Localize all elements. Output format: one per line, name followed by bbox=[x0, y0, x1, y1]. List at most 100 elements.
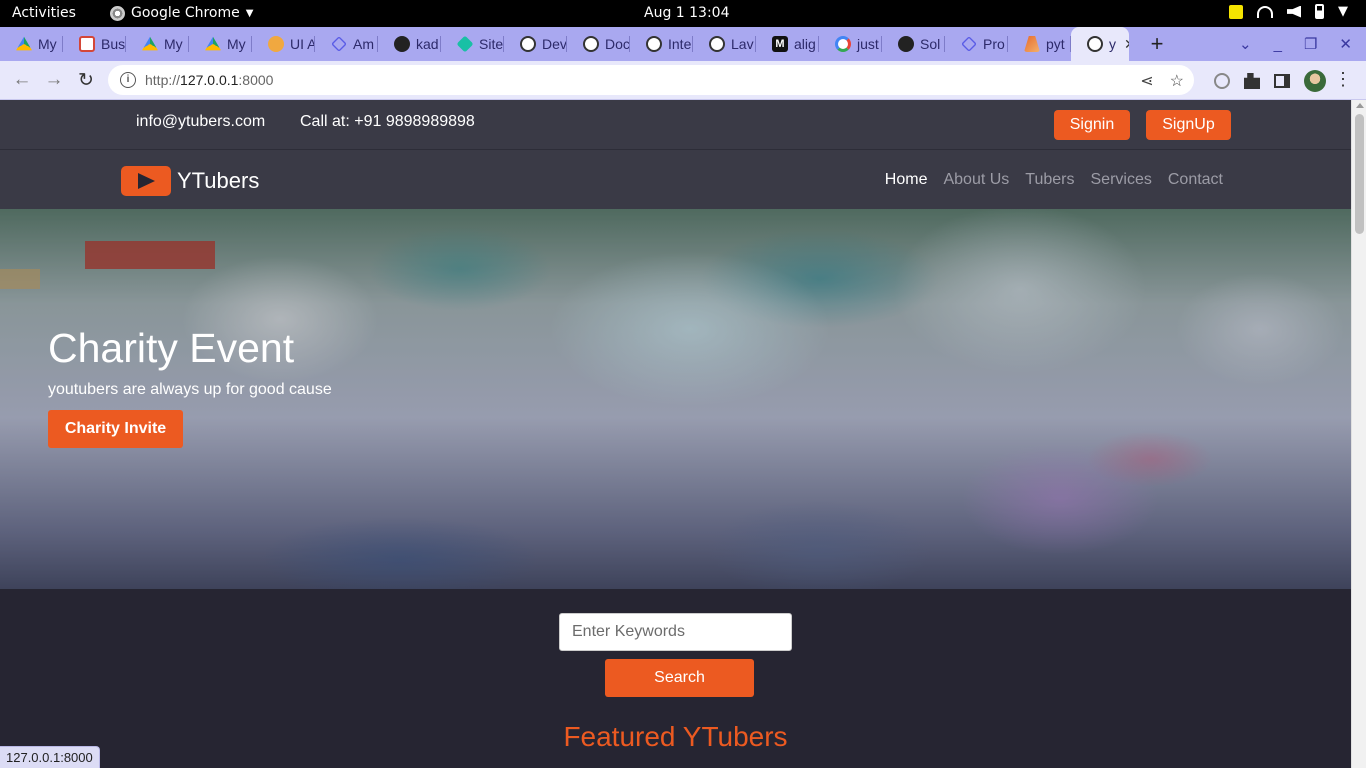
tab-label: My bbox=[38, 36, 57, 52]
tab-14[interactable]: Sol bbox=[882, 27, 945, 61]
gmail-icon bbox=[79, 36, 95, 52]
logo-text: YTubers bbox=[177, 168, 260, 193]
tab-3[interactable]: My bbox=[189, 27, 252, 61]
contact-email[interactable]: info@ytubers.com bbox=[136, 113, 265, 131]
bookmark-star-icon[interactable]: ☆ bbox=[1170, 71, 1184, 91]
profile-avatar[interactable] bbox=[1304, 70, 1326, 92]
globe-icon bbox=[646, 36, 662, 52]
tab-label: alig bbox=[794, 36, 816, 52]
main-navbar: YTubers Home About Us Tubers Services Contac… bbox=[0, 150, 1351, 209]
site-info-icon[interactable]: i bbox=[120, 72, 136, 88]
puzzle-icon[interactable] bbox=[1244, 73, 1260, 89]
tab-label: Site bbox=[479, 36, 504, 52]
maximize-button[interactable]: ❐ bbox=[1304, 35, 1317, 53]
tab-label: Dev bbox=[542, 36, 567, 52]
charity-invite-button[interactable]: Charity Invite bbox=[48, 410, 183, 448]
close-window-button[interactable]: ✕ bbox=[1339, 35, 1352, 53]
tab-6[interactable]: kad bbox=[378, 27, 441, 61]
side-panel-icon[interactable] bbox=[1274, 74, 1290, 88]
clock[interactable]: Aug 1 13:04 bbox=[644, 5, 730, 21]
tab-9[interactable]: Doc bbox=[567, 27, 630, 61]
search-button[interactable]: Search bbox=[605, 659, 754, 697]
search-section: Search Featured YTubers bbox=[0, 589, 1351, 768]
new-tab-button[interactable]: + bbox=[1137, 31, 1177, 57]
globe-icon bbox=[709, 36, 725, 52]
tab-1[interactable]: Bus bbox=[63, 27, 126, 61]
tab-16[interactable]: pyt bbox=[1008, 27, 1071, 61]
nav-item-services[interactable]: Services bbox=[1091, 171, 1152, 189]
page-scrollbar[interactable] bbox=[1351, 100, 1366, 768]
scrollbar-thumb[interactable] bbox=[1355, 114, 1364, 234]
flow-icon bbox=[961, 36, 977, 52]
tab-label: Lav bbox=[731, 36, 754, 52]
site-icon bbox=[456, 35, 474, 53]
tab-2[interactable]: My bbox=[126, 27, 189, 61]
forward-button[interactable]: → bbox=[38, 69, 70, 91]
share-icon[interactable]: ⋖ bbox=[1140, 71, 1153, 91]
tab-label: Inte bbox=[668, 36, 692, 52]
g-icon bbox=[835, 36, 851, 52]
system-tray[interactable]: ▼ bbox=[1229, 4, 1348, 19]
globe-icon bbox=[520, 36, 536, 52]
scroll-up-arrow-icon[interactable] bbox=[1356, 103, 1364, 108]
tab-0[interactable]: My bbox=[0, 27, 63, 61]
tab-label: My bbox=[227, 36, 246, 52]
tab-label: Doc bbox=[605, 36, 630, 52]
tab-5[interactable]: Am bbox=[315, 27, 378, 61]
site-logo[interactable]: YTubers bbox=[121, 166, 259, 196]
nav-item-tubers[interactable]: Tubers bbox=[1025, 171, 1074, 189]
hero-overlay bbox=[0, 209, 1351, 589]
gh-icon bbox=[898, 36, 914, 52]
drive-icon bbox=[142, 36, 158, 51]
tab-label: Sol bbox=[920, 36, 941, 52]
address-bar[interactable]: i http://127.0.0.1:8000 ⋖ ☆ bbox=[108, 65, 1194, 95]
app-menu[interactable]: Google Chrome ▼ bbox=[110, 5, 253, 21]
tab-search-icon[interactable]: ⌄ bbox=[1239, 35, 1252, 53]
nav-menu: Home About Us Tubers Services Contact bbox=[885, 171, 1223, 189]
tab-15[interactable]: Pro bbox=[945, 27, 1008, 61]
contact-phone: Call at: +91 9898989898 bbox=[300, 113, 475, 130]
notes-icon[interactable] bbox=[1229, 4, 1243, 19]
flow-icon bbox=[331, 36, 347, 52]
signin-button[interactable]: Signin bbox=[1054, 110, 1130, 140]
tab-13[interactable]: just bbox=[819, 27, 882, 61]
tab-strip: My Bus My My UI A Am kad Site Dev Doc Inte Lav Malig… bbox=[0, 27, 1366, 61]
extensions-area bbox=[1214, 70, 1326, 92]
contact-bar: info@ytubers.com Call at: +91 9898989898… bbox=[0, 100, 1351, 150]
tab-8[interactable]: Dev bbox=[504, 27, 567, 61]
tab-4[interactable]: UI A bbox=[252, 27, 315, 61]
tab-label: Pro bbox=[983, 36, 1005, 52]
m-icon: M bbox=[772, 36, 788, 52]
py-icon bbox=[1024, 36, 1040, 52]
tab-label: UI A bbox=[290, 36, 315, 52]
tab-active[interactable]: y ✕ bbox=[1071, 27, 1129, 61]
tab-10[interactable]: Inte bbox=[630, 27, 693, 61]
close-tab-icon[interactable]: ✕ bbox=[1124, 36, 1129, 53]
tab-12[interactable]: Malig bbox=[756, 27, 819, 61]
extension-icon[interactable] bbox=[1214, 73, 1230, 89]
system-top-bar: Activities Google Chrome ▼ Aug 1 13:04 ▼ bbox=[0, 0, 1366, 27]
tab-label: My bbox=[164, 36, 183, 52]
back-button[interactable]: ← bbox=[6, 69, 38, 91]
wifi-icon bbox=[1257, 5, 1273, 18]
hero-banner: Charity Event youtubers are always up fo… bbox=[0, 209, 1351, 589]
nav-item-about-us[interactable]: About Us bbox=[943, 171, 1009, 189]
tab-11[interactable]: Lav bbox=[693, 27, 756, 61]
battery-icon bbox=[1315, 4, 1324, 19]
nav-item-home[interactable]: Home bbox=[885, 171, 928, 189]
volume-icon bbox=[1287, 5, 1301, 18]
activities-button[interactable]: Activities bbox=[12, 5, 76, 21]
search-input[interactable] bbox=[559, 613, 792, 651]
reload-button[interactable]: ↻ bbox=[70, 69, 102, 92]
tab-label: kad bbox=[416, 36, 439, 52]
url-text[interactable]: http://127.0.0.1:8000 bbox=[145, 72, 273, 88]
drive-icon bbox=[205, 36, 221, 51]
minimize-button[interactable]: _ bbox=[1274, 36, 1282, 53]
menu-kebab-icon[interactable]: ⋮ bbox=[1334, 69, 1352, 90]
app-name: Google Chrome bbox=[131, 5, 240, 21]
signup-button[interactable]: SignUp bbox=[1146, 110, 1231, 140]
tab-7[interactable]: Site bbox=[441, 27, 504, 61]
caret-down-icon: ▼ bbox=[245, 7, 254, 19]
tab-label: Bus bbox=[101, 36, 126, 52]
nav-item-contact[interactable]: Contact bbox=[1168, 171, 1223, 189]
